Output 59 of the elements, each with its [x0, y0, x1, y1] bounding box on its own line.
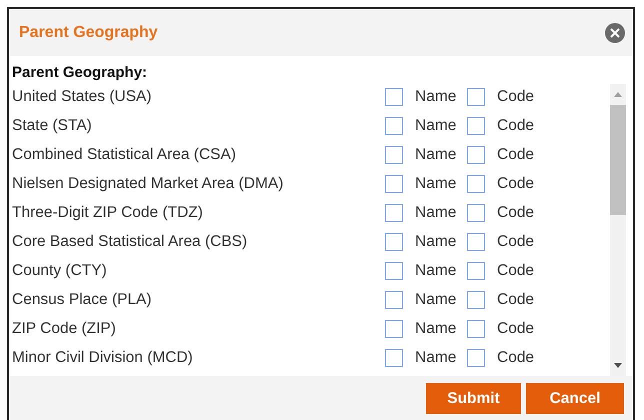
geography-label: Core Based Statistical Area (CBS)	[11, 232, 248, 250]
checkbox-label: Code	[497, 88, 536, 106]
code-checkbox[interactable]	[467, 146, 485, 164]
checkbox-label: Name	[415, 348, 458, 366]
name-checkbox[interactable]	[385, 320, 403, 338]
checkbox-label: Code	[497, 290, 536, 308]
geography-label: ZIP Code (ZIP)	[11, 320, 117, 338]
checkbox-label: Code	[497, 146, 536, 164]
checkbox-label: Code	[497, 320, 536, 338]
geography-label: Nielsen Designated Market Area (DMA)	[11, 174, 284, 192]
name-checkbox[interactable]	[385, 146, 403, 164]
geography-label: State (STA)	[11, 116, 93, 134]
cancel-button[interactable]: Cancel	[526, 383, 624, 414]
checkbox-label: Name	[415, 88, 458, 106]
name-checkbox[interactable]	[385, 174, 403, 192]
code-checkbox[interactable]	[467, 320, 485, 338]
dialog-title: Parent Geography	[19, 24, 158, 42]
checkbox-label: Code	[497, 232, 536, 250]
code-checkbox[interactable]	[467, 174, 485, 192]
checkbox-label: Name	[415, 174, 458, 192]
code-checkbox[interactable]	[467, 116, 485, 134]
name-checkbox[interactable]	[385, 262, 403, 280]
scrollbar-thumb[interactable]	[610, 105, 626, 215]
checkbox-label: Name	[415, 320, 458, 338]
close-icon[interactable]	[605, 22, 625, 42]
code-checkbox[interactable]	[467, 204, 485, 222]
name-checkbox[interactable]	[385, 348, 403, 366]
checkbox-label: Name	[415, 262, 458, 280]
geography-label: Census Place (PLA)	[11, 290, 153, 308]
geography-label: County (CTY)	[11, 262, 108, 280]
code-checkbox[interactable]	[467, 232, 485, 250]
geography-label: Minor Civil Division (MCD)	[11, 348, 194, 366]
scroll-up-icon[interactable]	[614, 92, 622, 97]
checkbox-label: Code	[497, 348, 536, 366]
geography-label: Combined Statistical Area (CSA)	[11, 146, 237, 164]
code-checkbox[interactable]	[467, 348, 485, 366]
checkbox-label: Name	[415, 146, 458, 164]
section-label: Parent Geography:	[11, 63, 148, 81]
checkbox-label: Name	[415, 116, 458, 134]
checkbox-label: Code	[497, 116, 536, 134]
submit-button[interactable]: Submit	[426, 383, 521, 414]
checkbox-label: Code	[497, 204, 536, 222]
code-checkbox[interactable]	[467, 88, 485, 106]
checkbox-label: Name	[415, 290, 458, 308]
name-checkbox[interactable]	[385, 232, 403, 250]
name-checkbox[interactable]	[385, 116, 403, 134]
name-checkbox[interactable]	[385, 204, 403, 222]
checkbox-label: Name	[415, 232, 458, 250]
scrollbar[interactable]	[610, 84, 626, 376]
name-checkbox[interactable]	[385, 290, 403, 308]
checkbox-label: Name	[415, 204, 458, 222]
geography-label: Three-Digit ZIP Code (TDZ)	[11, 204, 204, 222]
code-checkbox[interactable]	[467, 290, 485, 308]
name-checkbox[interactable]	[385, 88, 403, 106]
checkbox-label: Code	[497, 262, 536, 280]
scroll-down-icon[interactable]	[614, 363, 622, 368]
checkbox-label: Code	[497, 174, 536, 192]
code-checkbox[interactable]	[467, 262, 485, 280]
geography-label: United States (USA)	[11, 88, 153, 106]
